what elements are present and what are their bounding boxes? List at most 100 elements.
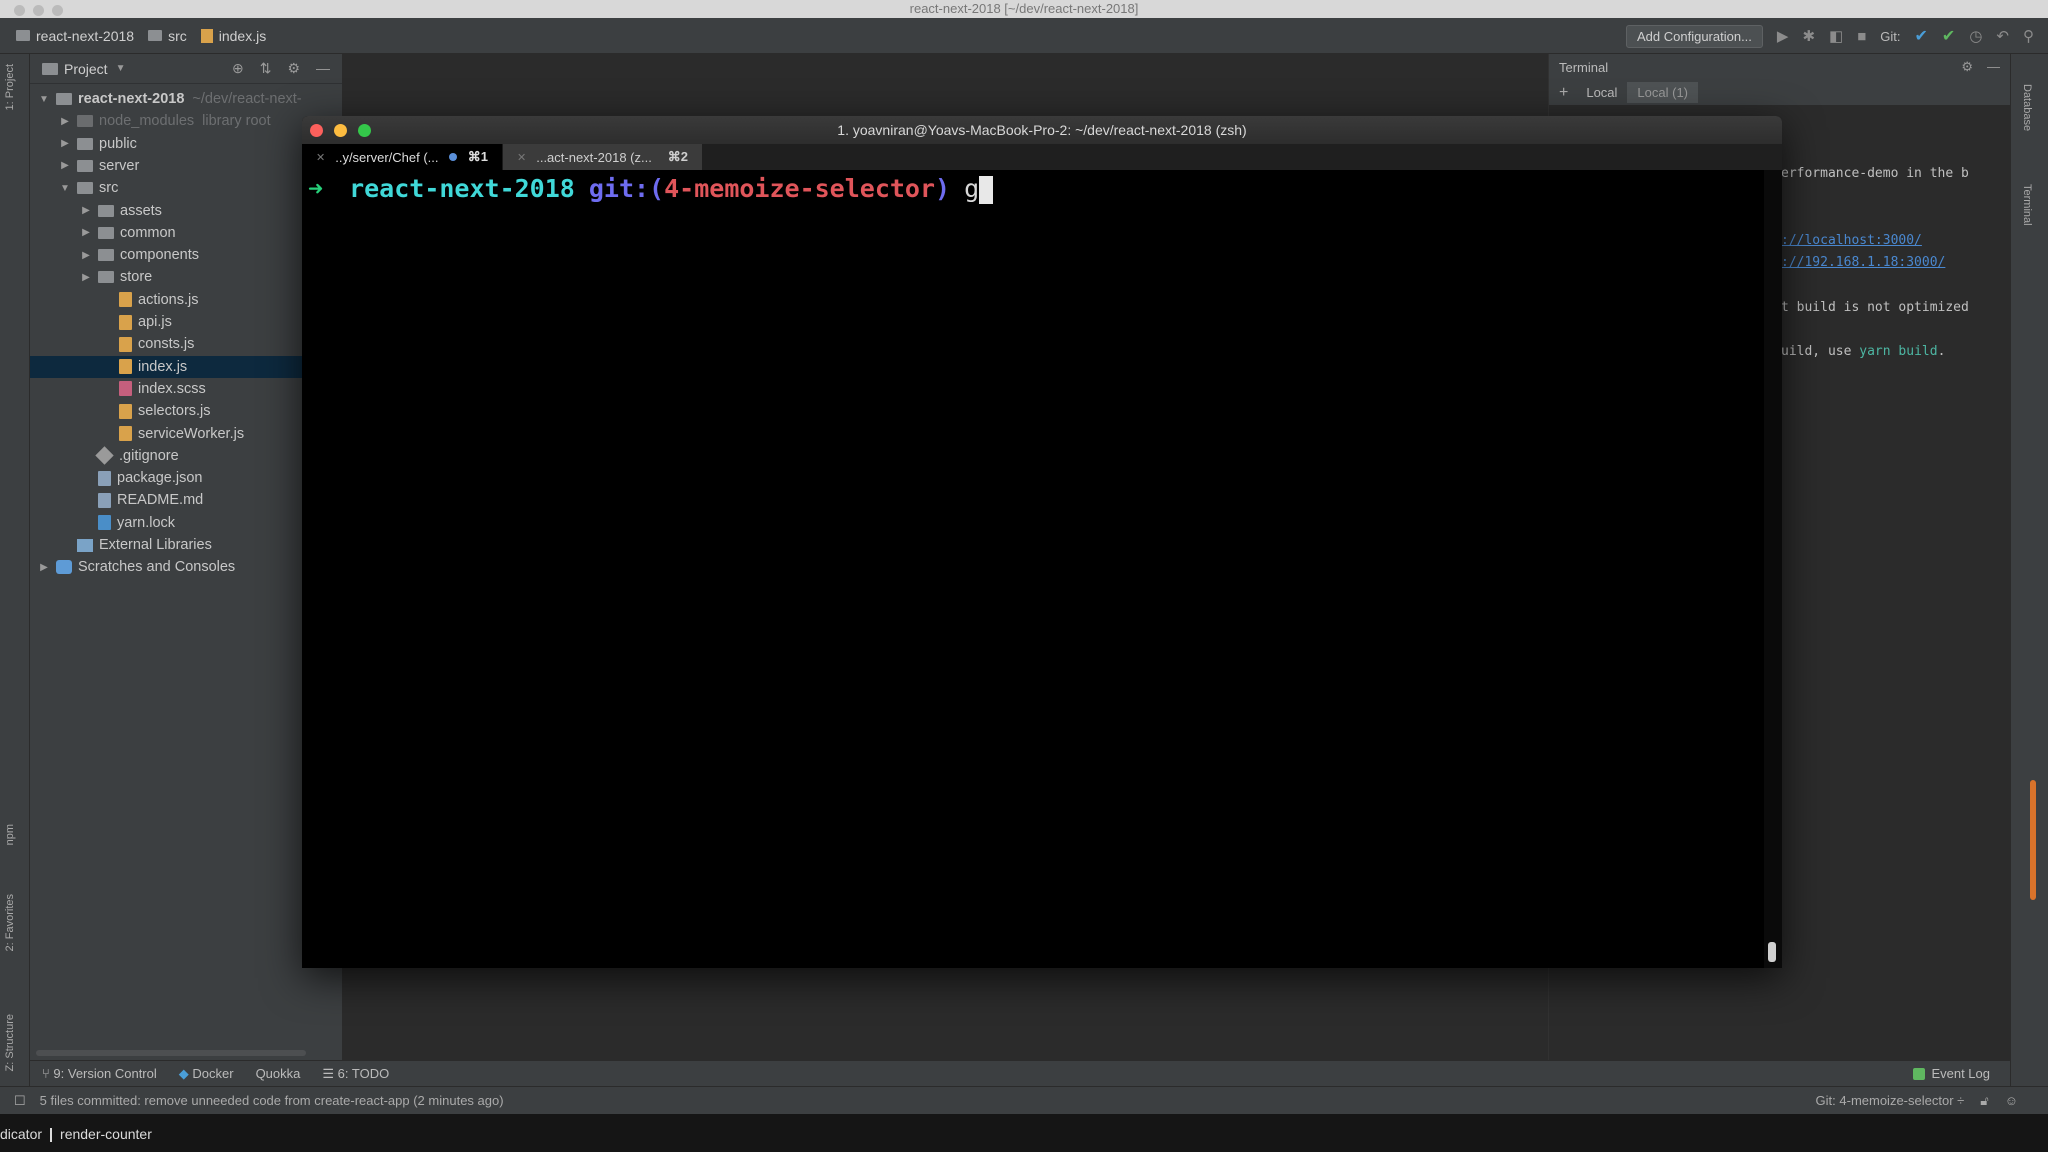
breadcrumb-file[interactable]: index.js <box>200 28 266 44</box>
status-bar: ☐ 5 files committed: remove unneeded cod… <box>0 1086 2048 1114</box>
chevron-down-icon[interactable]: ▼ <box>59 183 71 194</box>
chevron-right-icon[interactable]: ▶ <box>80 272 92 283</box>
debug-icon[interactable]: ✱ <box>1802 27 1815 45</box>
right-tool-strip: Database Terminal <box>2010 54 2048 1086</box>
vcs-update-icon[interactable]: ✔ <box>1915 26 1928 46</box>
tree-item[interactable]: serviceWorker.js <box>30 423 342 445</box>
tree-item-label: Scratches and Consoles <box>78 559 236 576</box>
chevron-right-icon[interactable]: ▶ <box>80 227 92 238</box>
tree-item[interactable]: actions.js <box>30 289 342 311</box>
breadcrumb-project[interactable]: react-next-2018 <box>16 28 134 44</box>
chevron-right-icon[interactable]: ▶ <box>80 250 92 261</box>
tree-item-label: package.json <box>117 470 203 487</box>
project-view-selector[interactable]: Project <box>64 61 108 77</box>
minimize-window-button[interactable] <box>334 124 347 137</box>
close-tab-icon[interactable]: ✕ <box>517 151 526 164</box>
terminal-cursor <box>979 176 994 204</box>
shell-prompt[interactable]: ➜ react-next-2018 git:(4-memoize-selector)… <box>308 174 994 204</box>
status-message[interactable]: 5 files committed: remove unneeded code … <box>40 1093 504 1108</box>
gear-icon[interactable]: ⚙ <box>287 60 300 77</box>
revert-icon[interactable]: ↶ <box>1996 27 2009 45</box>
tree-item[interactable]: ▶ common <box>30 222 342 244</box>
add-configuration-button[interactable]: Add Configuration... <box>1626 24 1763 48</box>
chevron-right-icon[interactable]: ▶ <box>59 116 71 127</box>
prompt-git-close: ) <box>935 174 951 203</box>
iterm-scrollbar-thumb[interactable] <box>1768 942 1776 962</box>
tree-item[interactable]: yarn.lock <box>30 512 342 534</box>
docker-tab[interactable]: ◆ Docker <box>179 1066 234 1082</box>
tree-item[interactable]: ▶ components <box>30 244 342 266</box>
close-tab-icon[interactable]: ✕ <box>316 151 325 164</box>
iterm-scroll-track <box>1764 170 1782 968</box>
network-link[interactable]: ://192.168.1.18:3000/ <box>1781 255 1945 270</box>
quokka-tab[interactable]: Quokka <box>256 1066 301 1081</box>
chevron-right-icon[interactable]: ▶ <box>38 562 50 573</box>
database-tool-tab[interactable]: Database <box>2021 84 2033 131</box>
tree-item[interactable]: api.js <box>30 311 342 333</box>
project-tool-tab[interactable]: 1: Project <box>4 64 16 110</box>
inspector-icon[interactable]: ☺ <box>2005 1093 2018 1108</box>
coverage-icon[interactable]: ◧ <box>1829 27 1843 45</box>
structure-tool-tab[interactable]: Z: Structure <box>4 1014 16 1071</box>
tree-item[interactable]: ▼ react-next-2018 ~/dev/react-next- <box>30 88 342 110</box>
search-icon[interactable]: ⚲ <box>2023 27 2034 45</box>
chevron-down-icon[interactable]: ▼ <box>38 94 50 105</box>
tree-item[interactable]: consts.js <box>30 333 342 355</box>
version-control-tab[interactable]: ⑂ 9: Version Control <box>42 1066 157 1081</box>
iterm-window[interactable]: 1. yoavniran@Yoavs-MacBook-Pro-2: ~/dev/… <box>302 116 1782 968</box>
project-horizontal-scrollbar[interactable] <box>36 1050 306 1056</box>
iterm-tab-2[interactable]: ✕ ...act-next-2018 (z... ⌘2 <box>502 144 702 170</box>
favorites-tool-tab[interactable]: 2: Favorites <box>4 894 16 951</box>
tree-item[interactable]: ▶ server <box>30 155 342 177</box>
tree-item[interactable]: ▼ src <box>30 177 342 199</box>
event-log-tab[interactable]: Event Log <box>1913 1066 2010 1081</box>
terminal-tabs: + Local Local (1) <box>1549 80 2010 106</box>
chevron-right-icon[interactable]: ▶ <box>59 160 71 171</box>
git-branch-widget[interactable]: Git: 4-memoize-selector ÷ <box>1816 1093 1965 1108</box>
tree-item[interactable]: ▶ Scratches and Consoles <box>30 556 342 578</box>
new-terminal-icon[interactable]: + <box>1559 84 1568 102</box>
tree-item[interactable]: External Libraries <box>30 534 342 556</box>
status-toggle-icon[interactable]: ☐ <box>14 1093 26 1109</box>
tree-item[interactable]: ▶ public <box>30 133 342 155</box>
tree-item[interactable]: ▶ assets <box>30 200 342 222</box>
chevron-right-icon[interactable]: ▶ <box>59 138 71 149</box>
chevron-right-icon[interactable]: ▶ <box>80 205 92 216</box>
collapse-all-icon[interactable]: ⇅ <box>260 60 272 77</box>
tree-item[interactable]: README.md <box>30 489 342 511</box>
terminal-tool-tab[interactable]: Terminal <box>2021 184 2033 226</box>
tree-item-label: node_modules <box>99 113 195 130</box>
locate-icon[interactable]: ⊕ <box>232 60 244 77</box>
terminal-tab-local-1[interactable]: Local (1) <box>1627 82 1698 103</box>
vcs-commit-icon[interactable]: ✔ <box>1942 26 1955 46</box>
todo-tab[interactable]: ☰ 6: TODO <box>322 1066 389 1082</box>
minimize-icon[interactable]: — <box>1987 59 2000 75</box>
minimize-icon[interactable]: — <box>316 60 330 77</box>
tree-item[interactable]: index.js <box>30 355 342 378</box>
run-icon[interactable]: ▶ <box>1777 27 1789 45</box>
iterm-tab-1[interactable]: ✕ ..y/server/Chef (... ⌘1 <box>302 144 502 170</box>
zoom-window-button[interactable] <box>358 124 371 137</box>
tree-item[interactable]: package.json <box>30 467 342 489</box>
terminal-tab-local[interactable]: Local <box>1576 82 1627 103</box>
chevron-down-icon[interactable]: ▼ <box>116 63 126 74</box>
history-icon[interactable]: ◷ <box>1969 27 1982 45</box>
tree-item[interactable]: ▶ node_modules library root <box>30 110 342 132</box>
tab-shortcut: ⌘1 <box>467 149 488 164</box>
tree-item[interactable]: selectors.js <box>30 400 342 422</box>
breadcrumb-src[interactable]: src <box>148 28 187 44</box>
tree-item[interactable]: .gitignore <box>30 445 342 467</box>
tree-item[interactable]: ▶ store <box>30 266 342 288</box>
npm-tool-tab[interactable]: npm <box>4 824 16 845</box>
tree-item[interactable]: index.scss <box>30 378 342 400</box>
tree-item-suffix: ~/dev/react-next- <box>192 91 302 107</box>
lock-icon[interactable]: 🔓︎ <box>1980 1093 1988 1109</box>
close-window-button[interactable] <box>310 124 323 137</box>
gear-icon[interactable]: ⚙ <box>1961 59 1973 75</box>
docker-icon: ◆ <box>178 1065 193 1081</box>
typed-input[interactable]: g <box>964 174 979 203</box>
localhost-link[interactable]: ://localhost:3000/ <box>1781 233 1922 248</box>
project-view-icon <box>42 62 58 75</box>
background-window-text: dicator render-counter <box>0 1126 152 1143</box>
stop-icon[interactable]: ■ <box>1857 28 1866 45</box>
